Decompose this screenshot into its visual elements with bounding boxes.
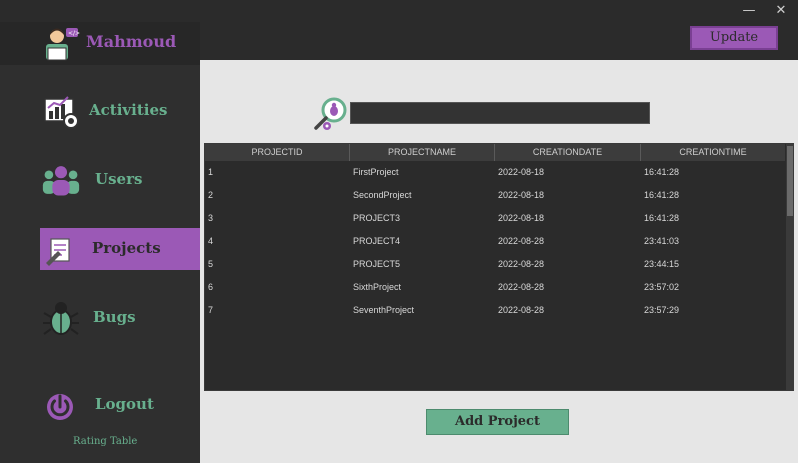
cell-creationdate: 2022-08-28 — [498, 282, 545, 292]
cell-projectname: PROJECT5 — [353, 259, 401, 269]
app-window: — ✕ </> Mahmoud Activities Users Project… — [0, 0, 798, 463]
cell-projectid: 4 — [208, 236, 214, 246]
table-row[interactable]: 2 SecondProject 2022-08-18 16:41:28 — [205, 184, 785, 207]
cell-projectid: 7 — [208, 305, 214, 315]
user-avatar-icon: </> — [46, 28, 80, 61]
column-header-creationdate[interactable]: CREATIONDATE — [495, 144, 641, 161]
cell-creationdate: 2022-08-28 — [498, 305, 545, 315]
activities-icon — [44, 96, 79, 129]
sidebar-item-label: Users — [95, 170, 143, 188]
users-icon — [42, 166, 80, 196]
cell-projectname: SixthProject — [353, 282, 402, 292]
sidebar-item-bugs[interactable]: Bugs — [40, 297, 200, 339]
cell-creationtime: 16:41:28 — [644, 167, 680, 177]
add-project-button[interactable]: Add Project — [426, 409, 569, 435]
cell-creationdate: 2022-08-28 — [498, 236, 545, 246]
cell-projectid: 2 — [208, 190, 214, 200]
top-header: Update — [200, 22, 798, 60]
rating-table-link[interactable]: Rating Table — [73, 436, 137, 447]
projects-icon — [46, 238, 70, 266]
cell-creationdate: 2022-08-18 — [498, 167, 545, 177]
column-header-projectname[interactable]: PROJECTNAME — [350, 144, 495, 161]
svg-text:</>: </> — [68, 30, 80, 37]
search-input[interactable] — [350, 102, 650, 124]
minimize-button[interactable]: — — [734, 0, 764, 22]
cell-creationtime: 23:57:02 — [644, 282, 680, 292]
cell-creationtime: 23:41:03 — [644, 236, 680, 246]
cell-projectname: PROJECT4 — [353, 236, 401, 246]
cell-projectname: PROJECT3 — [353, 213, 401, 223]
cell-projectname: SecondProject — [353, 190, 412, 200]
cell-projectname: FirstProject — [353, 167, 399, 177]
scrollbar-thumb[interactable] — [787, 146, 793, 216]
user-name: Mahmoud — [86, 32, 177, 51]
cell-projectname: SeventhProject — [353, 305, 415, 315]
search-bug-icon — [314, 97, 347, 130]
cell-creationtime: 23:44:15 — [644, 259, 680, 269]
table-row[interactable]: 4 PROJECT4 2022-08-28 23:41:03 — [205, 230, 785, 253]
column-header-projectid[interactable]: PROJECTID — [205, 144, 350, 161]
power-icon — [47, 394, 73, 420]
sidebar-item-label: Bugs — [93, 308, 136, 326]
cell-creationdate: 2022-08-18 — [498, 213, 545, 223]
title-bar: — ✕ — [0, 0, 798, 22]
cell-creationdate: 2022-08-28 — [498, 259, 545, 269]
table-header: PROJECTID PROJECTNAME CREATIONDATE CREAT… — [205, 144, 785, 161]
cell-creationtime: 16:41:28 — [644, 190, 680, 200]
table-row[interactable]: 5 PROJECT5 2022-08-28 23:44:15 — [205, 253, 785, 276]
main-content: PROJECTID PROJECTNAME CREATIONDATE CREAT… — [200, 60, 798, 463]
projects-table: PROJECTID PROJECTNAME CREATIONDATE CREAT… — [204, 143, 794, 391]
sidebar-item-label: Activities — [89, 101, 168, 119]
cell-projectid: 1 — [208, 167, 214, 177]
cell-projectid: 5 — [208, 259, 214, 269]
cell-creationdate: 2022-08-18 — [498, 190, 545, 200]
sidebar-item-activities[interactable]: Activities — [40, 90, 200, 132]
table-row[interactable]: 7 SeventhProject 2022-08-28 23:57:29 — [205, 299, 785, 322]
sidebar-item-label: Projects — [92, 239, 161, 257]
sidebar: </> Mahmoud Activities Users Projects Bu… — [0, 22, 200, 463]
user-header: </> Mahmoud — [0, 22, 200, 65]
sidebar-item-logout[interactable]: Logout — [40, 384, 200, 426]
sidebar-item-users[interactable]: Users — [40, 159, 200, 201]
close-button[interactable]: ✕ — [766, 0, 796, 22]
cell-projectid: 3 — [208, 213, 214, 223]
update-button[interactable]: Update — [690, 26, 778, 50]
table-scrollbar[interactable] — [786, 144, 793, 390]
cell-creationtime: 16:41:28 — [644, 213, 680, 223]
sidebar-item-projects[interactable]: Projects — [40, 228, 200, 270]
column-header-creationtime[interactable]: CREATIONTIME — [641, 144, 785, 161]
sidebar-item-label: Logout — [95, 395, 154, 413]
table-row[interactable]: 3 PROJECT3 2022-08-18 16:41:28 — [205, 207, 785, 230]
table-row[interactable]: 6 SixthProject 2022-08-28 23:57:02 — [205, 276, 785, 299]
cell-creationtime: 23:57:29 — [644, 305, 680, 315]
table-row[interactable]: 1 FirstProject 2022-08-18 16:41:28 — [205, 161, 785, 184]
table-body: 1 FirstProject 2022-08-18 16:41:28 2 Sec… — [205, 161, 785, 322]
cell-projectid: 6 — [208, 282, 214, 292]
bug-icon — [43, 302, 79, 335]
